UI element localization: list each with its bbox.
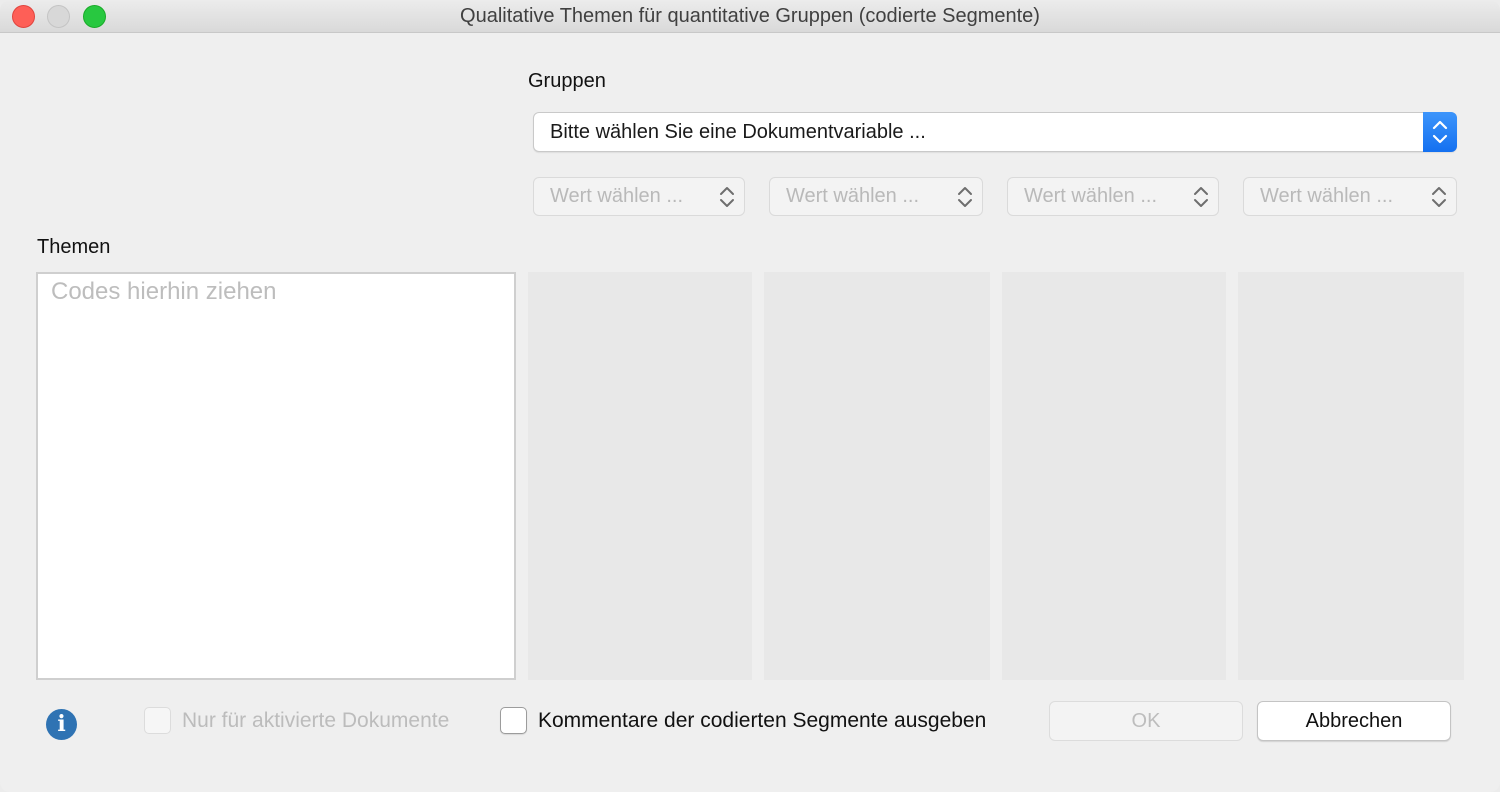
- up-down-chevron-icon: [1423, 112, 1457, 152]
- value-select-4-text: Wert wählen ...: [1260, 185, 1394, 207]
- group-column-2: [764, 272, 990, 680]
- document-variable-select-value: Bitte wählen Sie eine Dokumentvariable .…: [550, 121, 926, 143]
- dialog-window: Qualitative Themen für quantitative Grup…: [0, 0, 1500, 792]
- active-documents-label: Nur für aktivierte Dokumente: [182, 709, 450, 732]
- value-select-2-text: Wert wählen ...: [786, 185, 920, 207]
- themes-label: Themen: [37, 236, 111, 258]
- document-variable-select[interactable]: Bitte wählen Sie eine Dokumentvariable .…: [533, 112, 1457, 152]
- value-select-4[interactable]: Wert wählen ...: [1243, 177, 1457, 216]
- comments-checkbox[interactable]: [500, 707, 527, 734]
- dropzone-placeholder: Codes hierhin ziehen: [51, 278, 277, 305]
- groups-label: Gruppen: [528, 70, 606, 92]
- group-column-1: [528, 272, 752, 680]
- group-column-4: [1238, 272, 1464, 680]
- value-select-3[interactable]: Wert wählen ...: [1007, 177, 1219, 216]
- up-down-chevron-icon: [958, 187, 972, 207]
- group-column-3: [1002, 272, 1226, 680]
- value-select-1-text: Wert wählen ...: [550, 185, 684, 207]
- cancel-button[interactable]: Abbrechen: [1257, 701, 1451, 741]
- ok-button[interactable]: OK: [1049, 701, 1243, 741]
- up-down-chevron-icon: [720, 187, 734, 207]
- title-bar: Qualitative Themen für quantitative Grup…: [0, 0, 1500, 33]
- value-select-2[interactable]: Wert wählen ...: [769, 177, 983, 216]
- comments-label: Kommentare der codierten Segmente ausgeb…: [538, 709, 987, 732]
- active-documents-checkbox[interactable]: [144, 707, 171, 734]
- themes-dropzone[interactable]: Codes hierhin ziehen: [36, 272, 516, 680]
- up-down-chevron-icon: [1194, 187, 1208, 207]
- info-icon[interactable]: i: [46, 709, 77, 740]
- window-title: Qualitative Themen für quantitative Grup…: [460, 5, 1040, 27]
- value-select-3-text: Wert wählen ...: [1024, 185, 1158, 207]
- up-down-chevron-icon: [1432, 187, 1446, 207]
- value-select-1[interactable]: Wert wählen ...: [533, 177, 745, 216]
